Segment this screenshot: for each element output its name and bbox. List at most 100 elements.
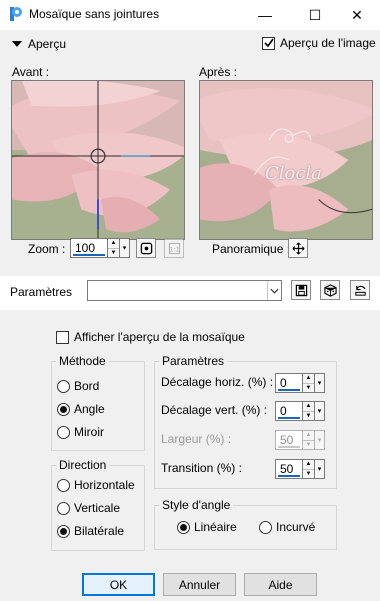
spin-up-icon[interactable]: ▲ [303,460,314,469]
before-preview[interactable] [11,80,185,240]
direction-group: Direction Horizontale Verticale Bilatéra… [51,458,145,551]
after-preview: Clocla [199,80,373,240]
direction-option-verticale[interactable]: Verticale [57,501,120,515]
cancel-button[interactable]: Annuler [163,573,236,596]
pan-button[interactable] [288,238,308,258]
transition-label: Transition (%) : [161,461,242,475]
direction-option-bilaterale[interactable]: Bilatérale [57,524,124,538]
show-image-preview-label: Aperçu de l'image [280,36,376,50]
method-option-miroir[interactable]: Miroir [57,425,104,439]
spin-down-icon[interactable]: ▼ [303,410,314,421]
zoom-dropdown-icon[interactable]: ▾ [120,238,130,258]
spin-down-icon[interactable]: ▼ [303,382,314,393]
zoom-label: Zoom : [28,242,66,256]
v-offset-arrows[interactable]: ▲ ▼ [303,401,315,421]
spin-down-icon[interactable]: ▼ [303,468,314,479]
zoom-actual-size-button[interactable]: 1:1 [164,238,184,258]
transition-arrows[interactable]: ▲ ▼ [303,459,315,479]
method-option-angle[interactable]: Angle [57,402,105,416]
width-input: 50 [275,430,303,450]
corner-option-label: Incurvé [276,520,316,534]
collapse-triangle-icon [12,41,22,47]
before-label: Avant : [12,65,50,79]
checkbox-box[interactable] [262,36,275,50]
dice-icon [323,283,337,297]
check-icon [263,38,274,48]
zoom-arrows[interactable]: ▲ ▼ [108,238,120,258]
save-preset-button[interactable] [291,280,311,300]
reset-preset-button[interactable] [350,280,370,300]
zoom-input[interactable]: 100 [70,238,108,258]
zoom-fit-button[interactable] [136,238,156,258]
app-icon [7,5,25,23]
spin-up-icon: ▲ [305,432,312,439]
h-offset-dropdown-icon[interactable]: ▾ [315,373,325,393]
direction-option-label: Bilatérale [74,524,125,538]
spin-up-icon[interactable]: ▲ [108,239,119,248]
radio-button[interactable] [259,520,272,534]
svg-text:1:1: 1:1 [169,245,179,253]
spin-up-icon[interactable]: ▲ [303,374,314,383]
tile-preview-label: Afficher l'aperçu de la mosaïque [74,330,245,344]
chevron-down-icon[interactable] [267,281,281,300]
radio-button[interactable] [57,425,70,439]
method-option-label: Miroir [74,425,104,439]
params-group: Paramètres Décalage horiz. (%) : 0 ▲ ▼ ▾ … [154,354,337,489]
spin-up-icon[interactable]: ▲ [303,402,314,411]
h-offset-spinner[interactable]: 0 ▲ ▼ ▾ [275,373,325,393]
maximize-button[interactable]: ☐ [292,0,338,30]
corner-option-label: Linéaire [194,520,237,534]
presets-label: Paramètres [10,285,73,299]
spin-down-icon: ▼ [303,439,314,450]
method-group: Méthode Bord Angle Miroir [51,354,145,451]
spin-down-icon[interactable]: ▼ [108,247,119,258]
width-arrows: ▲ ▼ [303,430,315,450]
zoom-spinner[interactable]: 100 ▲ ▼ ▾ [70,238,130,258]
radio-button[interactable] [57,524,70,538]
method-option-label: Bord [74,379,100,393]
direction-option-horizontale[interactable]: Horizontale [57,478,135,492]
corner-option-lineaire[interactable]: Linéaire [177,520,237,534]
direction-option-label: Verticale [74,501,121,515]
transition-dropdown-icon[interactable]: ▾ [315,459,325,479]
radio-button[interactable] [57,478,70,492]
transition-spinner[interactable]: 50 ▲ ▼ ▾ [275,459,325,479]
h-offset-input[interactable]: 0 [275,373,303,393]
transition-input[interactable]: 50 [275,459,303,479]
window-title: Mosaïque sans jointures [29,7,160,21]
v-offset-dropdown-icon[interactable]: ▾ [315,401,325,421]
show-image-preview-checkbox[interactable]: Aperçu de l'image [262,36,376,50]
direction-title: Direction [56,458,110,472]
preview-section-label: Aperçu [28,37,67,51]
help-button[interactable]: Aide [244,573,317,596]
h-offset-arrows[interactable]: ▲ ▼ [303,373,315,393]
random-preset-button[interactable] [320,280,340,300]
checkbox-box[interactable] [56,330,69,344]
radio-button[interactable] [57,501,70,515]
v-offset-label: Décalage vert. (%) : [161,403,268,417]
pan-label: Panoramique : [212,242,291,256]
close-button[interactable]: ✕ [334,0,380,30]
v-offset-input[interactable]: 0 [275,401,303,421]
corner-option-incurve[interactable]: Incurvé [259,520,315,534]
after-flower-image [200,81,372,239]
width-spinner: 50 ▲ ▼ ▾ [275,430,325,450]
after-label: Après : [199,65,238,79]
radio-button[interactable] [57,402,70,416]
presets-combo[interactable] [87,280,282,301]
ok-button[interactable]: OK [82,573,155,596]
radio-button[interactable] [57,379,70,393]
method-option-label: Angle [74,402,105,416]
preview-section-toggle[interactable]: Aperçu [12,36,66,52]
h-offset-label: Décalage horiz. (%) : [161,375,274,389]
tile-preview-checkbox[interactable]: Afficher l'aperçu de la mosaïque [56,330,245,344]
method-option-bord[interactable]: Bord [57,379,99,393]
corner-style-group: Style d'angle Linéaire Incurvé [154,498,337,550]
v-offset-spinner[interactable]: 0 ▲ ▼ ▾ [275,401,325,421]
reset-icon [354,285,366,296]
width-label: Largeur (%) : [161,432,232,446]
actual-size-icon: 1:1 [168,242,180,254]
radio-button[interactable] [177,520,190,534]
watermark-text: Clocla [265,163,322,184]
minimize-button[interactable]: — [242,0,288,30]
